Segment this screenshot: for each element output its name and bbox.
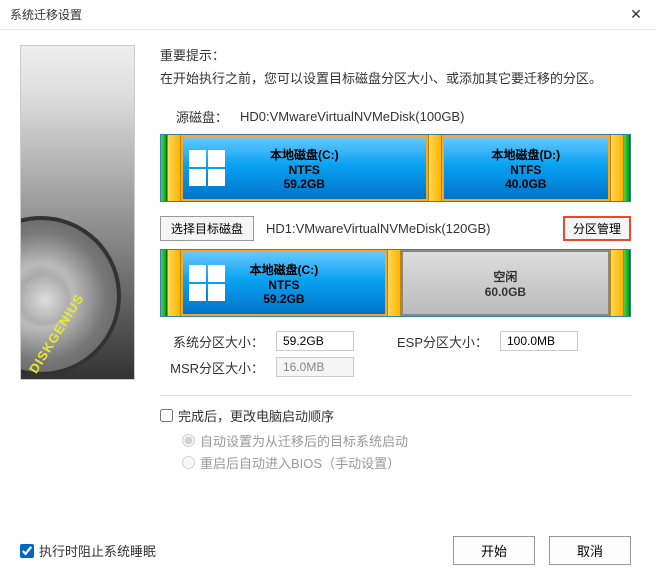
sys-size-input[interactable]	[276, 331, 354, 351]
source-disk-path: HD0:VMwareVirtualNVMeDisk(100GB)	[240, 109, 464, 124]
esp-size-label: ESP分区大小：	[384, 332, 494, 351]
hint-title: 重要提示：	[160, 45, 631, 64]
partition-manage-button[interactable]: 分区管理	[563, 216, 631, 241]
prevent-sleep-label: 执行时阻止系统睡眠	[39, 541, 156, 560]
select-target-button[interactable]: 选择目标磁盘	[160, 216, 254, 241]
boot-change-label: 完成后，更改电脑启动顺序	[178, 406, 334, 425]
auto-boot-radio	[182, 434, 195, 447]
free-space-segment[interactable]: 空闲60.0GB	[401, 250, 610, 316]
start-button[interactable]: 开始	[453, 536, 535, 565]
bios-boot-radio	[182, 456, 195, 469]
source-disk-bar: 本地磁盘(C:)NTFS59.2GB本地磁盘(D:)NTFS40.0GB	[160, 134, 631, 202]
window-title: 系统迁移设置	[10, 6, 616, 23]
boot-change-checkbox[interactable]	[160, 409, 173, 422]
target-disk-path: HD1:VMwareVirtualNVMeDisk(120GB)	[262, 221, 555, 236]
partition-segment[interactable]: 本地磁盘(D:)NTFS40.0GB	[442, 135, 610, 201]
hint-text: 在开始执行之前，您可以设置目标磁盘分区大小、或添加其它要迁移的分区。	[160, 68, 631, 87]
msr-size-input	[276, 357, 354, 377]
sidebar: DISKGENIUS	[0, 30, 140, 530]
bios-boot-label: 重启后自动进入BIOS（手动设置）	[200, 453, 400, 472]
cancel-button[interactable]: 取消	[549, 536, 631, 565]
target-disk-bar[interactable]: 本地磁盘(C:)NTFS59.2GB空闲60.0GB	[160, 249, 631, 317]
msr-size-label: MSR分区大小：	[160, 358, 270, 377]
partition-segment[interactable]: 本地磁盘(C:)NTFS59.2GB	[181, 250, 387, 316]
auto-boot-label: 自动设置为从迁移后的目标系统启动	[200, 431, 408, 450]
prevent-sleep-checkbox[interactable]	[20, 544, 34, 558]
esp-size-input[interactable]	[500, 331, 578, 351]
sys-size-label: 系统分区大小：	[160, 332, 270, 351]
close-button[interactable]: ✕	[616, 0, 656, 30]
partition-segment[interactable]: 本地磁盘(C:)NTFS59.2GB	[181, 135, 428, 201]
hdd-illustration: DISKGENIUS	[20, 45, 135, 380]
source-disk-label: 源磁盘：	[160, 107, 240, 126]
